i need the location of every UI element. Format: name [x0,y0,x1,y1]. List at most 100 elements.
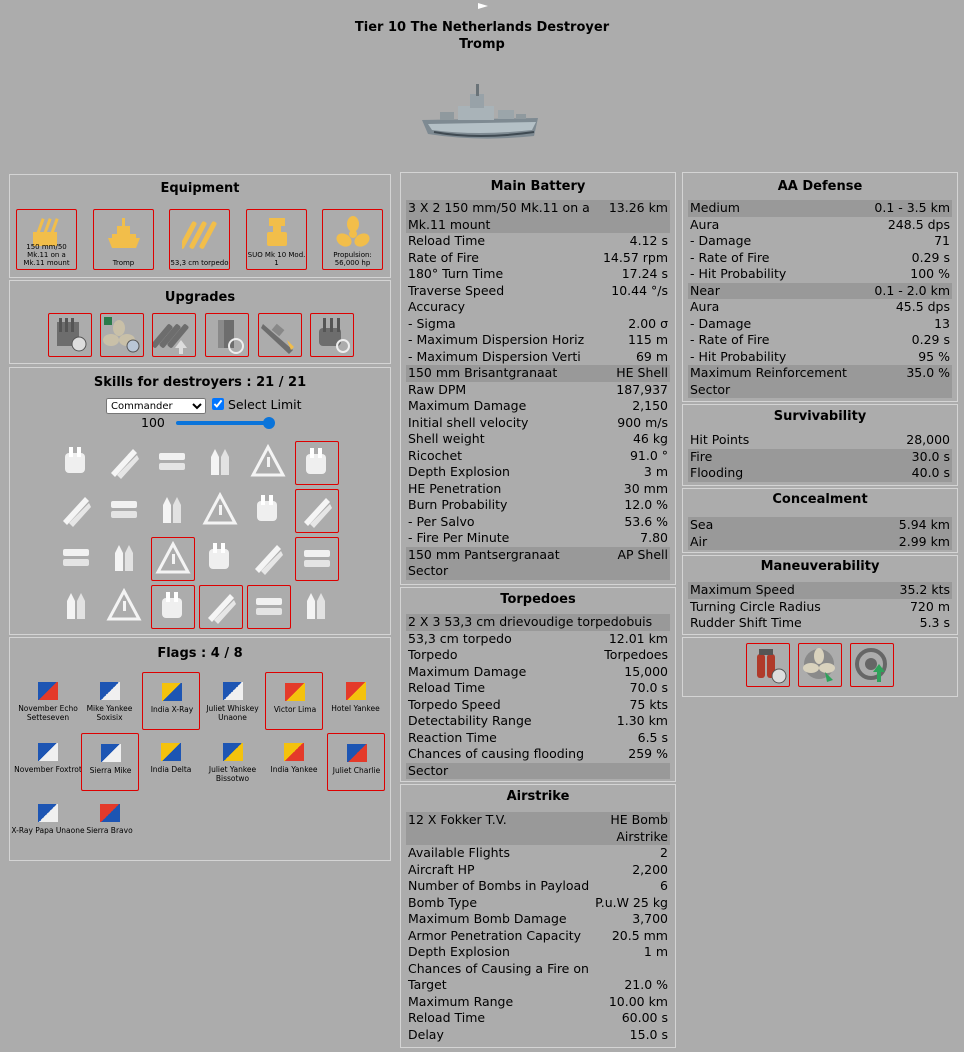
stat-row: Depth Explosion 3 m [406,464,670,481]
stat-label: - Sigma [408,315,456,331]
skill-slot[interactable] [55,585,99,629]
survivability-title: Survivability [773,409,867,424]
stat-value: 14.57 rpm [602,249,668,265]
skill-slot[interactable] [103,441,147,485]
airstrike-title: Airstrike [506,789,570,804]
stat-value: Torpedoes [604,647,668,662]
skill-slot[interactable] [151,489,195,533]
skill-slot[interactable] [103,585,147,629]
skill-slot[interactable] [247,489,291,533]
stat-value: 0.29 s [911,249,950,265]
stat-label: 12 X Fokker T.V. [408,812,507,827]
flag-label: Sierra Bravo [86,826,133,835]
skill-slot[interactable] [151,537,195,581]
flag-slot[interactable]: India Delta [142,733,200,791]
flag-slot[interactable]: Juliet Charlie [326,733,385,791]
stat-value: 259 % [628,746,668,761]
stat-row: Sector [406,762,670,779]
skill-slot[interactable] [55,537,99,581]
stat-row: Raw DPM 187,937 [406,382,670,399]
torpedo-armament-expertise-icon [111,501,137,518]
equipment-torpedo[interactable]: 53,3 cm torpedo [169,209,230,270]
flag-slot[interactable]: Victor Lima [265,672,323,730]
skill-slot[interactable] [55,441,99,485]
stat-row: Rudder Shift Time 5.3 s [688,615,952,632]
flag-label: Hotel Yankee [331,704,380,713]
skill-slot[interactable] [199,441,243,485]
flag-slot[interactable]: Sierra Bravo [81,794,139,852]
upgrade-propulsion[interactable] [100,313,144,357]
consumable-damage-control[interactable] [746,643,790,687]
skill-slot[interactable] [199,489,243,533]
torpedo-icon [182,221,217,249]
stat-label: - Per Salvo [408,513,475,529]
skill-slot[interactable] [151,441,195,485]
stat-row: Reload Time 70.0 s [406,680,670,697]
flag-slot[interactable]: Juliet Yankee Bissotwo [204,733,262,791]
flag-slot[interactable]: Sierra Mike [80,733,139,791]
upgrade-torpedo-tubes[interactable] [152,313,196,357]
stat-row: Aircraft HP 2,200 [406,862,670,879]
flag-slot[interactable]: Mike Yankee Soxisix [81,672,139,730]
stat-label: Traverse Speed [408,282,505,298]
skill-slot[interactable] [295,489,339,533]
stat-row: Rate of Fire 14.57 rpm [406,250,670,267]
stat-row: Accuracy [406,299,670,316]
upgrade-secondary-battery[interactable] [310,313,354,357]
skill-slot[interactable] [103,537,147,581]
torpedoes-title: Torpedoes [500,592,576,607]
equipment-hull[interactable]: Tromp [93,209,154,270]
stat-row: Near 0.1 - 2.0 km [688,282,952,299]
concealment-title: Concealment [772,492,868,507]
skill-slot[interactable] [247,441,291,485]
equipment-main-battery[interactable]: 150 mm/50 Mk.11 on a Mk.11 mount [16,209,77,270]
stat-value: 20.5 mm [611,927,668,943]
stat-value: 12.01 km [608,630,668,646]
steering-gears-upgrade-icon [218,320,244,354]
skill-slot[interactable] [295,585,339,629]
stat-row: - Rate of Fire 0.29 s [688,332,952,349]
equipment-propulsion[interactable]: Propulsion: 56,000 hp [322,209,383,270]
flag-slot[interactable]: India X-Ray [142,672,200,730]
level-slider-track[interactable] [176,421,270,425]
flag-slot[interactable]: Juliet Whiskey Unaone [204,672,262,730]
stat-label: Maximum Range [408,993,514,1009]
upgrade-aiming-systems[interactable] [258,313,302,357]
stat-label: - Rate of Fire [690,332,770,347]
stat-row: Chances of Causing a Fire on Target 21.0 … [406,961,670,994]
flag-slot[interactable]: X-Ray Papa Unaone [11,794,85,852]
skill-slot[interactable] [199,537,243,581]
upgrade-steering[interactable] [205,313,249,357]
stat-row: Traverse Speed 10.44 °/s [406,283,670,300]
stat-row: 150 mm Pantsergranaat AP Shell [406,546,670,563]
stat-value: 5.94 km [898,517,950,532]
flag-slot[interactable]: Hotel Yankee [327,672,385,730]
stat-label: - Maximum Dispersion Verti [408,348,581,364]
flag-slot[interactable]: November Echo Setteseven [18,672,78,730]
consumable-engine-boost[interactable] [798,643,842,687]
level-slider-handle[interactable] [263,417,275,429]
stat-value: 2,150 [632,398,668,413]
skill-slot[interactable] [247,585,291,629]
skill-slot[interactable] [247,537,291,581]
stat-label: Maximum Damage [408,398,527,413]
flag-slot[interactable]: India Yankee [265,733,323,791]
stat-value: 6.5 s [637,729,668,745]
flag-slot[interactable]: November Foxtrot [14,733,82,791]
select-limit-checkbox[interactable] [212,398,224,410]
consumable-smoke[interactable] [850,643,894,687]
skill-slot[interactable] [295,537,339,581]
upgrade-main-armaments[interactable] [48,313,92,357]
skill-slot[interactable] [295,441,339,485]
engine-boost-icon [803,648,835,682]
stat-value: 0.1 - 3.5 km [874,200,950,215]
commander-select[interactable]: Commander [106,398,206,414]
stat-label: - Rate of Fire [690,249,770,265]
stat-label: Depth Explosion [408,944,510,959]
equipment-fire-control[interactable]: SUO Mk 10 Mod. 1 [246,209,307,270]
skill-slot[interactable] [103,489,147,533]
skill-slot[interactable] [199,585,243,629]
stat-row: Medium 0.1 - 3.5 km [688,200,952,217]
skill-slot[interactable] [55,489,99,533]
skill-slot[interactable] [151,585,195,629]
